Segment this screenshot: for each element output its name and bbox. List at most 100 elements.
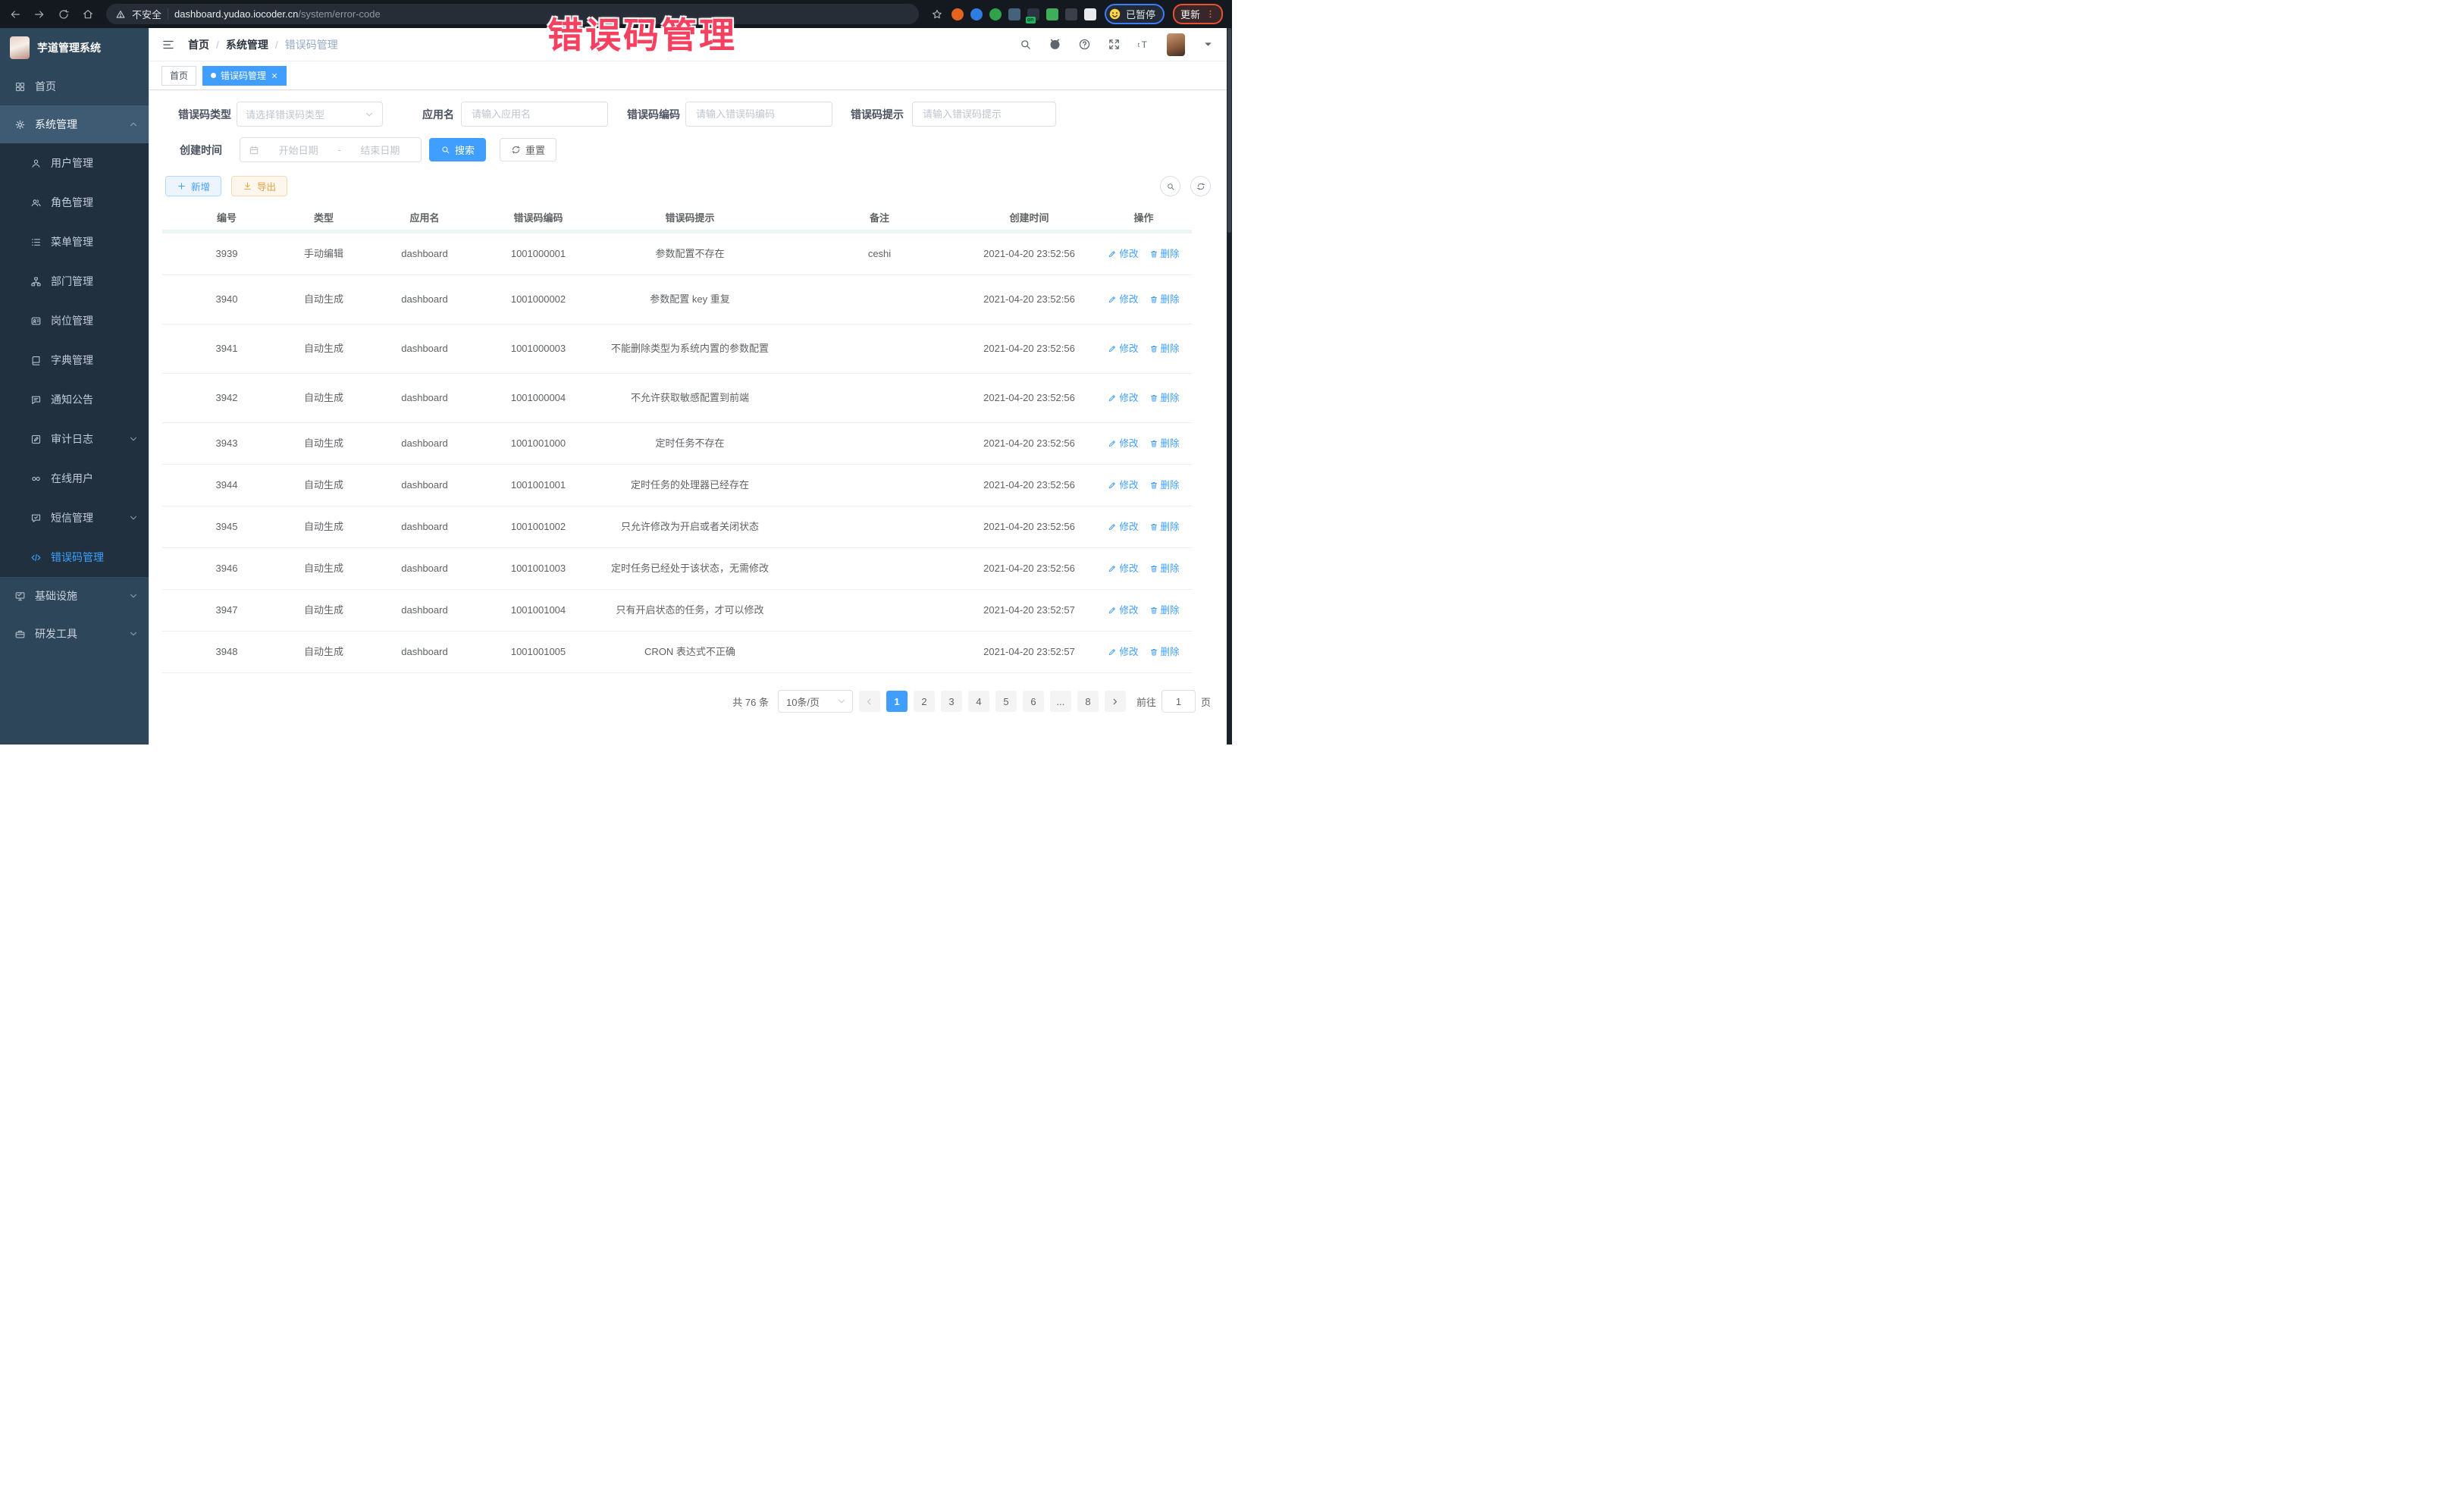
sidebar-item[interactable]: 在线用户: [0, 459, 149, 498]
home-icon[interactable]: [82, 8, 94, 20]
error-code-input[interactable]: [694, 108, 823, 121]
delete-link[interactable]: 删除: [1149, 342, 1180, 356]
reload-icon[interactable]: [58, 8, 70, 20]
toggle-search-button[interactable]: [1160, 176, 1180, 196]
cell-type: 手动编辑: [291, 245, 356, 263]
error-msg-input[interactable]: [921, 108, 1047, 121]
app-logo[interactable]: 芋道管理系统: [0, 28, 149, 67]
star-icon[interactable]: [931, 8, 943, 20]
sidebar-item-infra[interactable]: 基础设施: [0, 577, 149, 615]
page-button[interactable]: ...: [1050, 691, 1071, 712]
page-size-select[interactable]: 10条/页: [778, 690, 853, 713]
download-icon: [243, 181, 252, 191]
browser-scrollbar[interactable]: [1227, 28, 1232, 744]
delete-link[interactable]: 删除: [1149, 293, 1180, 307]
edit-link[interactable]: 修改: [1108, 478, 1138, 493]
reset-button[interactable]: 重置: [500, 138, 556, 161]
sidebar-item[interactable]: 短信管理: [0, 498, 149, 538]
cell-time: 2021-04-20 23:52:56: [963, 560, 1096, 578]
edit-link[interactable]: 修改: [1108, 437, 1138, 451]
edit-link[interactable]: 修改: [1108, 293, 1138, 307]
tab-error-code[interactable]: 错误码管理: [202, 66, 287, 86]
address-bar[interactable]: 不安全 dashboard.yudao.iocoder.cn/system/er…: [106, 4, 919, 24]
breadcrumb-home[interactable]: 首页: [188, 37, 209, 52]
search-icon: [440, 145, 450, 155]
edit-link[interactable]: 修改: [1108, 391, 1138, 406]
tab-home[interactable]: 首页: [161, 66, 196, 86]
back-icon[interactable]: [9, 8, 21, 20]
edit-link[interactable]: 修改: [1108, 247, 1138, 262]
extension-icon[interactable]: [1065, 8, 1077, 20]
page-button[interactable]: 2: [914, 691, 935, 712]
cell-id: 3943: [162, 434, 291, 453]
question-icon[interactable]: [1078, 38, 1091, 51]
page-button[interactable]: 5: [995, 691, 1017, 712]
sidebar-item[interactable]: 角色管理: [0, 183, 149, 222]
delete-link[interactable]: 删除: [1149, 391, 1180, 406]
page-button[interactable]: 3: [941, 691, 962, 712]
search-icon[interactable]: [1019, 38, 1032, 51]
date-range-picker[interactable]: 开始日期 - 结束日期: [240, 137, 422, 162]
trash-icon: [1149, 522, 1158, 531]
hamburger-icon[interactable]: [161, 38, 175, 52]
delete-link[interactable]: 删除: [1149, 437, 1180, 451]
sidebar-item-devtools[interactable]: 研发工具: [0, 615, 149, 653]
delete-link[interactable]: 删除: [1149, 478, 1180, 493]
edit-link[interactable]: 修改: [1108, 562, 1138, 576]
prev-page-button[interactable]: [859, 691, 880, 712]
export-button[interactable]: 导出: [231, 176, 287, 196]
goto-page-input[interactable]: [1161, 690, 1196, 713]
close-icon[interactable]: [271, 72, 278, 80]
edit-link[interactable]: 修改: [1108, 342, 1138, 356]
app-name-input[interactable]: [470, 108, 599, 121]
forward-icon[interactable]: [33, 8, 45, 20]
sidebar-item[interactable]: 错误码管理: [0, 538, 149, 577]
delete-link[interactable]: 删除: [1149, 562, 1180, 576]
error-type-select[interactable]: 请选择错误码类型: [237, 102, 383, 127]
browser-update-chip[interactable]: 更新: [1173, 4, 1223, 24]
sidebar-item-home[interactable]: 首页: [0, 67, 149, 105]
sidebar-item[interactable]: 部门管理: [0, 262, 149, 301]
extension-icon[interactable]: [1046, 8, 1058, 20]
add-button[interactable]: 新增: [165, 176, 221, 196]
extension-icon[interactable]: [951, 8, 964, 20]
extension-icon[interactable]: on: [1027, 8, 1039, 20]
next-page-button[interactable]: [1105, 691, 1126, 712]
scrollbar-thumb[interactable]: [1227, 28, 1231, 233]
delete-link[interactable]: 删除: [1149, 603, 1180, 618]
cell-id: 3945: [162, 518, 291, 536]
edit-link[interactable]: 修改: [1108, 603, 1138, 618]
page-button[interactable]: 8: [1077, 691, 1099, 712]
sidebar-item[interactable]: 通知公告: [0, 380, 149, 419]
sidebar-item[interactable]: 用户管理: [0, 143, 149, 183]
extension-icon[interactable]: [1008, 8, 1020, 20]
kebab-menu-icon[interactable]: [1205, 9, 1215, 19]
refresh-table-button[interactable]: [1190, 176, 1211, 196]
sidebar-item[interactable]: 岗位管理: [0, 301, 149, 340]
page-button[interactable]: 4: [968, 691, 989, 712]
sidebar-item[interactable]: 菜单管理: [0, 222, 149, 262]
github-icon[interactable]: [1049, 38, 1061, 51]
edit-link[interactable]: 修改: [1108, 520, 1138, 534]
search-button[interactable]: 搜索: [429, 138, 486, 161]
page-button[interactable]: 1: [886, 691, 908, 712]
page-button[interactable]: 6: [1023, 691, 1044, 712]
cell-time: 2021-04-20 23:52:56: [963, 340, 1096, 358]
delete-link[interactable]: 删除: [1149, 645, 1180, 660]
profile-paused-chip[interactable]: 已暂停: [1105, 4, 1165, 24]
edit-link[interactable]: 修改: [1108, 645, 1138, 660]
caret-down-icon[interactable]: [1202, 38, 1215, 51]
font-size-icon[interactable]: tT: [1137, 38, 1150, 51]
sidebar-item[interactable]: 审计日志: [0, 419, 149, 459]
delete-link[interactable]: 删除: [1149, 520, 1180, 534]
filter-label-code: 错误码编码: [627, 107, 680, 122]
sidebar-item[interactable]: 字典管理: [0, 340, 149, 380]
breadcrumb-system[interactable]: 系统管理: [226, 37, 268, 52]
delete-link[interactable]: 删除: [1149, 247, 1180, 262]
user-avatar[interactable]: [1167, 33, 1185, 56]
sidebar-item-system[interactable]: 系统管理: [0, 105, 149, 143]
fullscreen-icon[interactable]: [1108, 38, 1121, 51]
extension-icon[interactable]: [989, 8, 1002, 20]
extension-icon[interactable]: [970, 8, 983, 20]
extension-icon[interactable]: [1084, 8, 1096, 20]
